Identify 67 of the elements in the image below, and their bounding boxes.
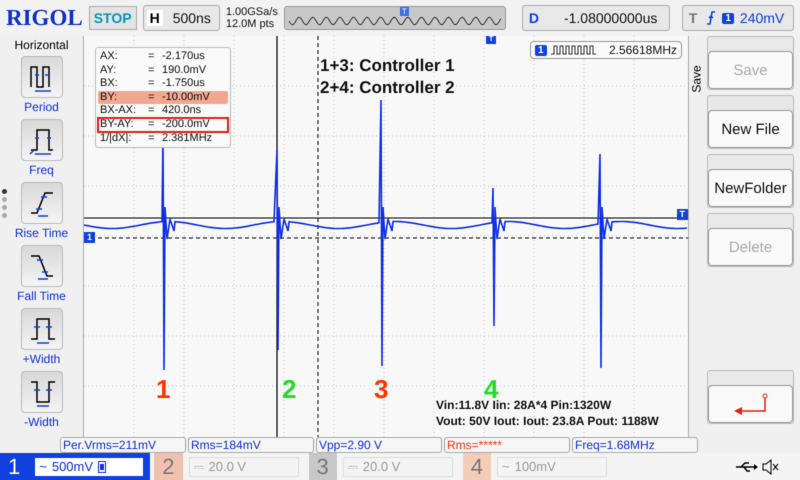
readout-equals: = — [148, 118, 156, 132]
readout-label: BX-AX: — [100, 104, 138, 118]
readout-label: BX: — [100, 77, 119, 91]
brand-logo: RIGOL — [6, 5, 83, 31]
channel-scale: 100mV — [514, 459, 556, 474]
readout-value: -200.0mV — [162, 118, 211, 132]
annotation-text: 1+3: Controller 1 — [320, 56, 455, 76]
pulse-number: 2 — [282, 374, 296, 405]
channel-number: 4 — [462, 453, 491, 480]
annotation-text: 2+4: Controller 2 — [320, 78, 455, 98]
sample-rate: 1.00GSa/s — [226, 6, 278, 18]
readout-equals: = — [148, 77, 156, 91]
horizontal-scale-box[interactable]: H 500ns — [142, 5, 220, 31]
return-arrow-icon — [732, 393, 768, 415]
readout-equals: = — [148, 64, 156, 78]
readout-equals: = — [148, 90, 156, 104]
readout-label: AX: — [100, 50, 119, 64]
readout-equals: = — [148, 132, 156, 146]
softkey-button[interactable]: NewFolder — [708, 169, 793, 207]
softkey-button[interactable]: New File — [708, 110, 793, 148]
rising-edge-icon — [706, 11, 716, 25]
readout-equals: = — [148, 104, 156, 118]
readout-label: BY-AY: — [100, 118, 135, 132]
readout-value: -1.750us — [162, 77, 206, 91]
readout-label: AY: — [100, 64, 118, 78]
channel-offset-marker[interactable]: 1 — [84, 232, 96, 243]
readout-value: 190.0mV — [162, 64, 208, 78]
readout-value: -2.170us — [162, 50, 206, 64]
channel-number: 2 — [154, 453, 182, 480]
overview-wave-icon — [288, 16, 501, 26]
menu-title: Horizontal — [14, 37, 69, 54]
delay-box[interactable]: D -1.08000000us — [522, 5, 670, 31]
trigger-box[interactable]: T 1 240mV — [682, 5, 794, 31]
trigger-level-marker[interactable]: T — [676, 209, 688, 220]
measurement-readout: Rms=***** — [444, 437, 570, 453]
channel-number: 3 — [308, 453, 337, 480]
channel-scale: 20.0 V — [362, 459, 400, 474]
memory-depth: 12.0M pts — [226, 18, 276, 30]
coupling-symbol: ~ — [39, 459, 47, 474]
channel-scale: 500mV — [52, 459, 94, 474]
power-summary-text: Vout: 50V Iout: Iout: 23.8A Pout: 1188W — [436, 413, 659, 429]
pulse-number: 3 — [374, 374, 388, 405]
measurement-readout: Per.Vrms=211mV — [60, 437, 186, 453]
trigger-source-badge: 1 — [722, 12, 734, 24]
coupling-symbol: ⎓ — [348, 458, 358, 474]
frequency-counter: 1 2.56618MHz — [530, 41, 682, 59]
measurement-readout: Rms=184mV — [188, 437, 314, 453]
back-button[interactable] — [708, 385, 793, 423]
channel-scale: 20.0 V — [208, 459, 246, 474]
coupling-symbol: ~ — [502, 459, 510, 474]
coupling-symbol: ⎓ — [194, 458, 204, 474]
readout-value: 2.381MHz — [162, 132, 214, 146]
bandwidth-limit-icon — [98, 460, 106, 472]
power-summary-text: Vin:11.8V Iin: 28A*4 Pin:1320W — [436, 398, 612, 413]
muted-speaker-icon — [762, 458, 780, 474]
trigger-position-marker: T — [400, 7, 409, 16]
measurement-readout: Freq=1.68MHz — [572, 437, 698, 453]
measurement-readout: Vpp=2.90 V — [316, 437, 442, 453]
readout-label: 1/|dX|: — [100, 132, 132, 146]
readout-label: BY: — [100, 90, 118, 104]
readout-value: -10.00mV — [162, 90, 211, 104]
readout-value: 420.0ns — [162, 104, 202, 118]
readout-equals: = — [148, 50, 156, 64]
menu-title: Save — [690, 65, 704, 93]
pulse-number: 1 — [156, 374, 170, 405]
usb-icon — [736, 460, 758, 472]
channel-tab[interactable]: 1 ~ 500mV — [0, 453, 150, 480]
